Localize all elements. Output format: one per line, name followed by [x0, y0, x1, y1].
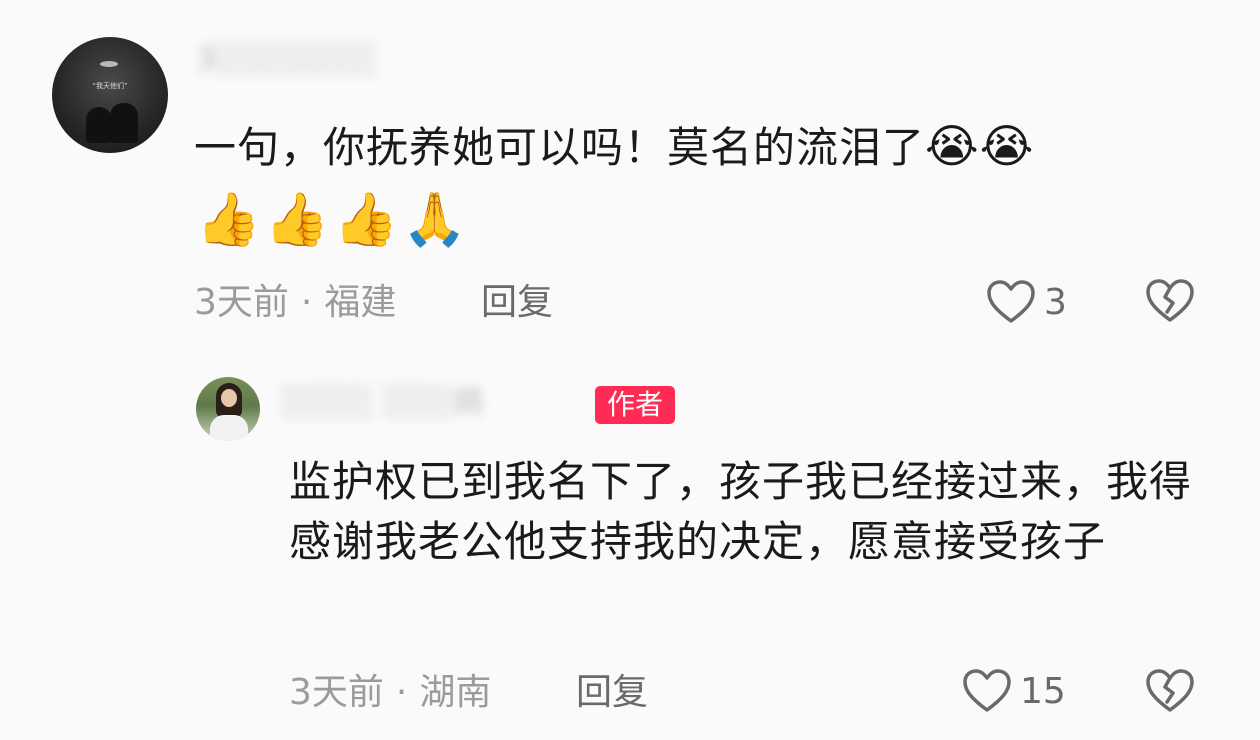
comment-time: 3天前: [289, 672, 384, 713]
comment-time: 3天前: [194, 282, 289, 323]
figure-silhouette: [110, 103, 138, 143]
comment-meta: 3天前 · 福建: [194, 278, 396, 328]
avatar[interactable]: [196, 377, 260, 441]
like-count: 3: [1044, 281, 1067, 323]
username[interactable]: ░░░░ ░░░鸽: [282, 381, 483, 425]
thumbs-up-emoji: 👍: [264, 190, 330, 250]
meta-separator: ·: [300, 282, 313, 323]
figure-silhouette: [86, 107, 112, 143]
comment-text: 监护权已到我名下了，孩子我已经接过来，我得感谢我老公他支持我的决定，愿意接受孩子: [289, 457, 1193, 566]
dislike-button[interactable]: [1145, 278, 1195, 324]
heart-outline-icon: [963, 669, 1011, 712]
like-count: 15: [1020, 670, 1066, 712]
folded-hands-emoji: 🙏: [402, 190, 467, 250]
username[interactable]: 3░░░░░░░: [196, 38, 377, 82]
like-button[interactable]: 3: [986, 277, 1067, 327]
comment-location: 湖南: [419, 672, 492, 713]
reply-button[interactable]: 回复: [576, 668, 648, 718]
broken-heart-icon: [1146, 279, 1194, 322]
meta-separator: ·: [395, 672, 408, 713]
like-button[interactable]: 15: [962, 666, 1066, 716]
moon-shape: [100, 61, 118, 67]
avatar[interactable]: “我天他们”: [52, 37, 168, 153]
avatar-shirt: [210, 415, 248, 441]
comment-text: 一句，你抚养她可以吗！莫名的流泪了😭😭: [194, 114, 1214, 178]
heart-outline-icon: [987, 280, 1035, 323]
avatar-caption: “我天他们”: [92, 82, 128, 90]
reply-button[interactable]: 回复: [481, 278, 553, 328]
broken-heart-icon: [1146, 669, 1194, 712]
author-badge: 作者: [595, 386, 676, 424]
comment-location: 福建: [324, 282, 397, 323]
dislike-button[interactable]: [1145, 668, 1195, 714]
comment-meta: 3天前 · 湖南: [289, 668, 491, 718]
comment-text-content: 一句，你抚养她可以吗！莫名的流泪了: [194, 123, 926, 172]
loudly-crying-emoji: 😭: [925, 119, 980, 173]
emoji-row: 👍 👍 👍 🙏: [196, 188, 467, 252]
thumbs-up-emoji: 👍: [196, 190, 261, 250]
thumbs-up-emoji: 👍: [333, 190, 399, 250]
avatar-face: [221, 389, 237, 407]
loudly-crying-emoji: 😭: [979, 119, 1035, 173]
